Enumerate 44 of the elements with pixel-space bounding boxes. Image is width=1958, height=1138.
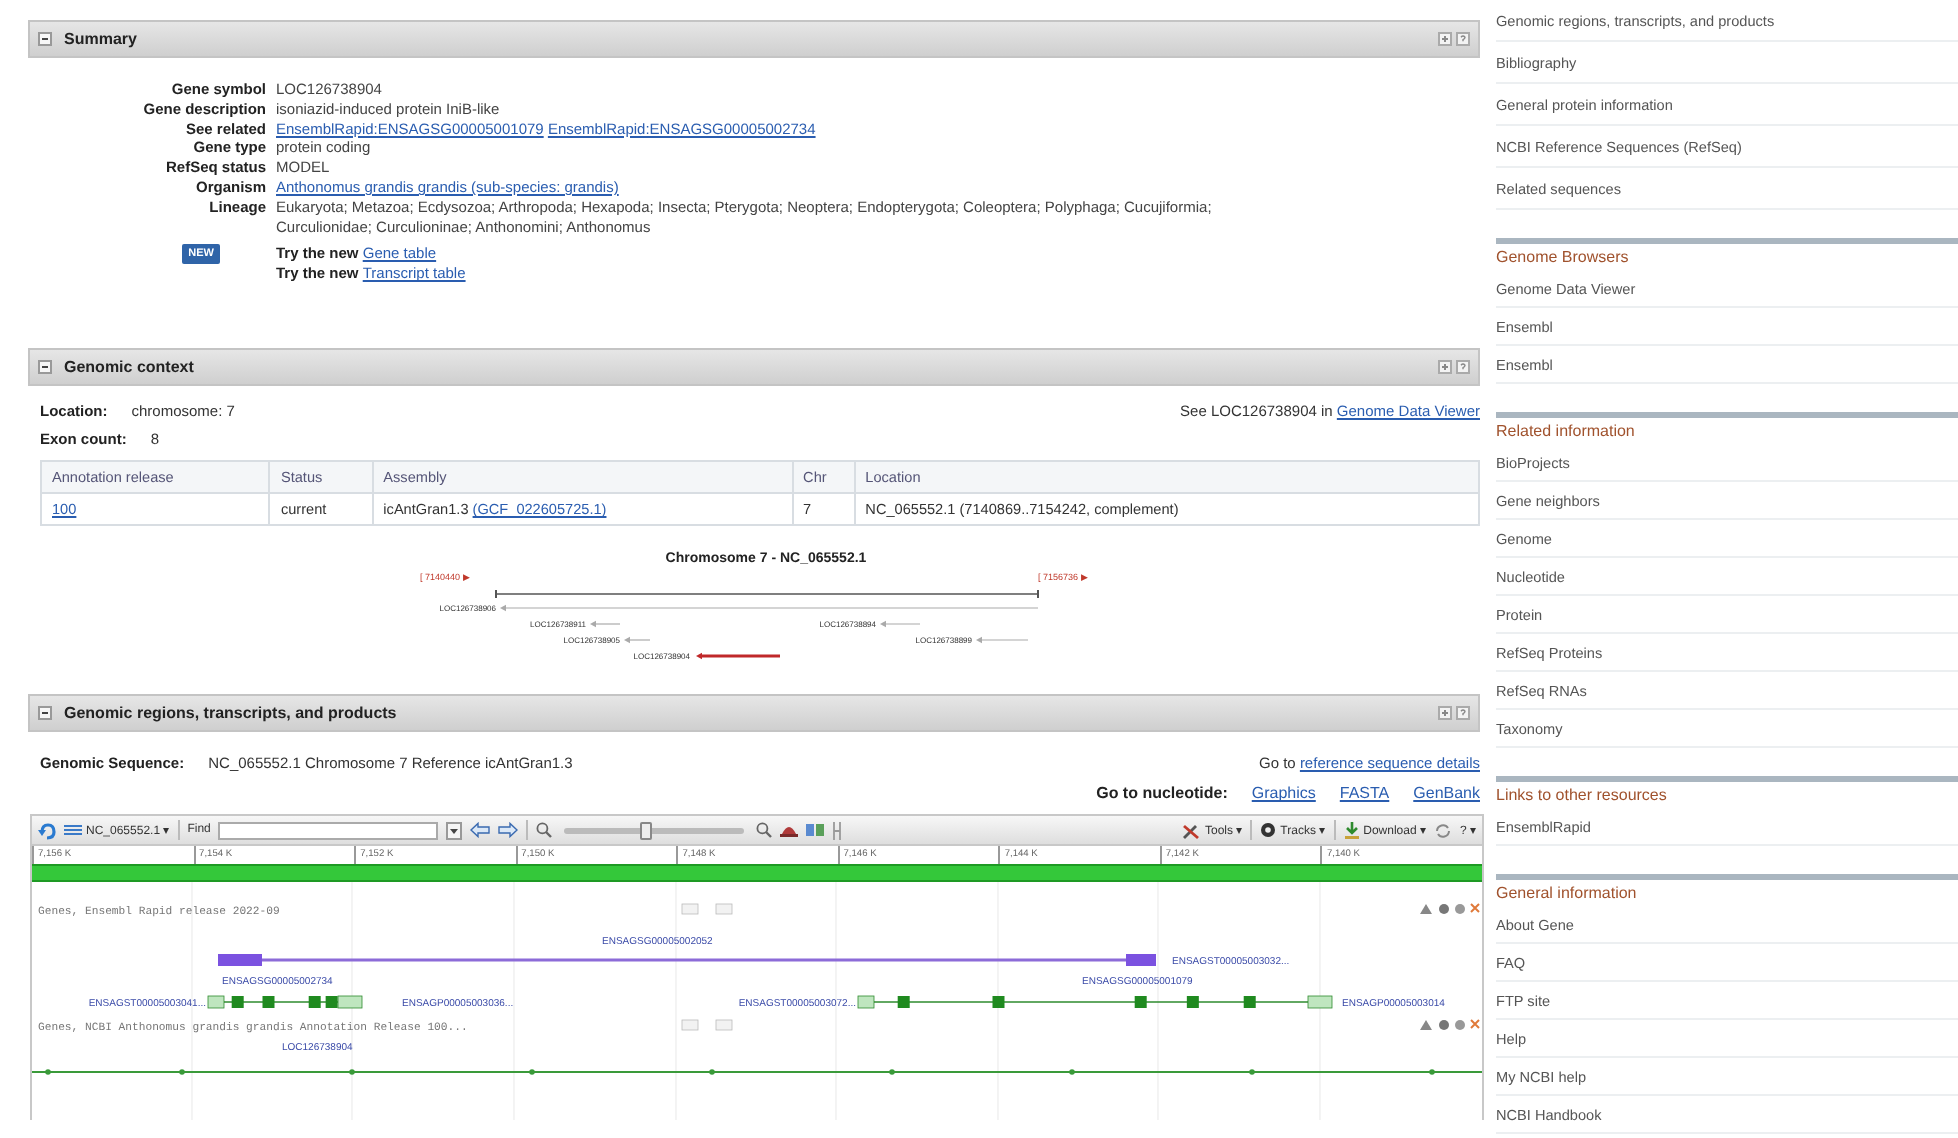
help-icon[interactable]: [1456, 32, 1470, 46]
section-title[interactable]: Summary: [64, 30, 1426, 48]
section-title[interactable]: Genomic regions, transcripts, and products: [64, 704, 1426, 723]
transcript-feature[interactable]: [207, 996, 363, 1010]
zoom-slider[interactable]: [564, 827, 745, 834]
back-arrow-icon[interactable]: [470, 822, 491, 839]
find-field[interactable]: [218, 821, 439, 840]
expand-icon[interactable]: [1438, 706, 1452, 721]
slider-thumb[interactable]: [639, 821, 652, 840]
sidebar-heading: General information: [1496, 882, 1639, 906]
section-title[interactable]: Genomic context: [64, 358, 1426, 377]
transcript-feature[interactable]: [857, 996, 1333, 1010]
link[interactable]: GenBank: [1413, 784, 1480, 803]
expand-icon[interactable]: [1438, 360, 1452, 375]
link[interactable]: FASTA: [1339, 784, 1390, 803]
gene-arrow[interactable]: [696, 653, 780, 660]
track-controls-icon[interactable]: [1420, 1019, 1480, 1031]
tools-icon: [1182, 821, 1201, 840]
hat-icon[interactable]: [780, 822, 799, 839]
zoom-in-icon[interactable]: [756, 822, 773, 839]
link[interactable]: Graphics: [1251, 784, 1316, 803]
zoom-out-icon[interactable]: [536, 822, 553, 839]
sidebar-heading: Related information: [1496, 420, 1637, 444]
gear-icon: [1260, 822, 1277, 839]
expand-icon[interactable]: [1438, 32, 1452, 46]
undo-icon[interactable]: [38, 821, 56, 840]
sequence-icon: [64, 822, 82, 839]
collapse-icon[interactable]: [38, 360, 52, 375]
track-controls-icon[interactable]: [1420, 903, 1480, 915]
sidebar-heading: Links to other resources: [1496, 784, 1669, 808]
forward-arrow-icon[interactable]: [498, 822, 519, 839]
download-icon: [1343, 821, 1360, 840]
gene-feature[interactable]: [218, 954, 1156, 967]
marker-icon[interactable]: [832, 821, 843, 840]
field-label: Go to nucleotide:: [1096, 784, 1228, 803]
gene-feature[interactable]: [32, 1069, 1482, 1076]
dropdown-button[interactable]: [446, 821, 463, 840]
help-icon[interactable]: [1456, 706, 1470, 721]
collapse-icon[interactable]: [38, 706, 52, 721]
refresh-icon[interactable]: [1433, 821, 1452, 840]
sidebar-heading: Genome Browsers: [1496, 246, 1631, 270]
columns-icon[interactable]: [806, 822, 825, 839]
help-icon[interactable]: [1456, 360, 1470, 375]
collapse-icon[interactable]: [38, 32, 52, 46]
